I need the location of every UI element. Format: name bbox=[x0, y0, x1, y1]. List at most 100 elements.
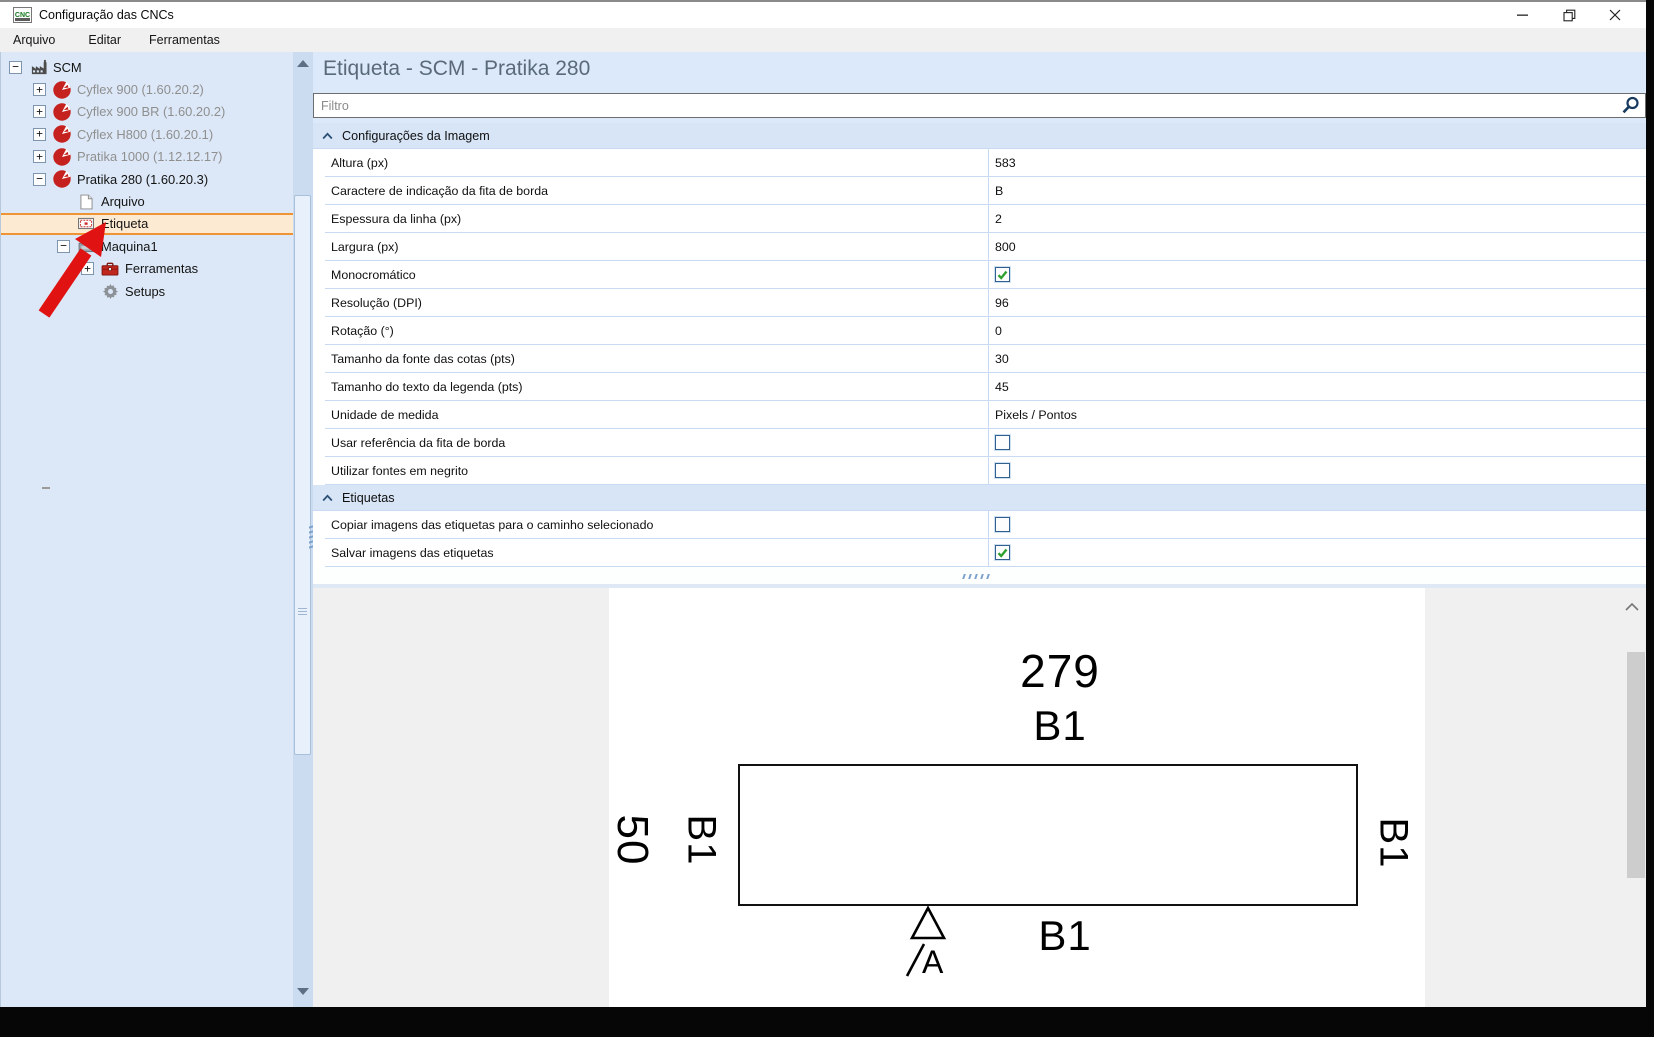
property-value[interactable]: 45 bbox=[988, 373, 1646, 400]
collapse-minus-icon[interactable]: − bbox=[9, 60, 22, 74]
property-row-rota-o[interactable]: Rotação (°) 0 bbox=[325, 317, 1646, 345]
tree-item-scm[interactable]: − SCM bbox=[1, 56, 293, 78]
page-title: Etiqueta - SCM - Pratika 280 bbox=[323, 57, 591, 80]
tree-item-cyflex-900-br-1-60-20-2[interactable]: + Cyflex 900 BR (1.60.20.2) bbox=[1, 101, 293, 123]
property-name: Utilizar fontes em negrito bbox=[331, 463, 469, 478]
property-name: Altura (px) bbox=[331, 155, 389, 170]
machine-tree: − SCM + Cyflex 900 (1.60.20.2) + Cyflex 900 B… bbox=[0, 52, 293, 1007]
tree-item-label: Cyflex 900 (1.60.20.2) bbox=[77, 82, 204, 98]
expand-plus-icon[interactable]: + bbox=[33, 150, 46, 164]
tree-item-cyflex-900-1-60-20-2[interactable]: + Cyflex 900 (1.60.20.2) bbox=[1, 78, 293, 100]
horizontal-splitter[interactable] bbox=[313, 567, 1646, 588]
scroll-up-icon[interactable] bbox=[297, 60, 309, 67]
property-value[interactable]: Pixels / Pontos bbox=[988, 401, 1646, 428]
property-name: Copiar imagens das etiquetas para o cami… bbox=[331, 517, 654, 532]
machine-logo-icon bbox=[52, 103, 72, 121]
tree-item-cyflex-h800-1-60-20-1[interactable]: + Cyflex H800 (1.60.20.1) bbox=[1, 123, 293, 145]
close-button[interactable] bbox=[1592, 2, 1638, 28]
app-window: CNC Configuração das CNCs Arquivo Editar… bbox=[0, 0, 1654, 1037]
close-icon bbox=[1609, 9, 1621, 21]
preview-scrollbar-thumb[interactable] bbox=[1627, 652, 1645, 878]
checkbox-unchecked-icon[interactable] bbox=[995, 463, 1010, 478]
expand-plus-icon[interactable]: + bbox=[33, 83, 46, 97]
menu-ferramentas[interactable]: Ferramentas bbox=[141, 30, 228, 50]
property-value[interactable]: 0 bbox=[988, 317, 1646, 344]
label-preview-image: 279 B1 50 B1 B1 A B1 bbox=[608, 588, 1425, 1007]
preview-scroll-up-icon[interactable] bbox=[1624, 602, 1640, 612]
title-bar: CNC Configuração das CNCs bbox=[0, 2, 1654, 28]
property-row-monocrom-tico[interactable]: Monocromático bbox=[325, 261, 1646, 289]
collapse-chevron-icon[interactable] bbox=[322, 491, 342, 505]
window-title: Configuração das CNCs bbox=[39, 8, 174, 22]
tree-item-label: Pratika 280 (1.60.20.3) bbox=[77, 171, 209, 187]
property-row-utilizar-fontes-em-negrito[interactable]: Utilizar fontes em negrito bbox=[325, 457, 1646, 485]
minimize-button[interactable] bbox=[1500, 2, 1546, 28]
machine-logo-icon bbox=[52, 170, 72, 188]
tree-scrollbar-thumb[interactable] bbox=[294, 195, 311, 755]
tree-item-pratika-1000-1-12-12-17[interactable]: + Pratika 1000 (1.12.12.17) bbox=[1, 146, 293, 168]
menu-arquivo[interactable]: Arquivo bbox=[5, 30, 63, 50]
property-row-usar-refer-ncia-da-fita-de-borda[interactable]: Usar referência da fita de borda bbox=[325, 429, 1646, 457]
property-name: Unidade de medida bbox=[331, 407, 439, 422]
property-value[interactable]: 583 bbox=[988, 149, 1646, 176]
property-value[interactable]: 96 bbox=[988, 289, 1646, 316]
property-value[interactable] bbox=[988, 261, 1646, 288]
property-value[interactable] bbox=[988, 457, 1646, 484]
property-value[interactable]: 800 bbox=[988, 233, 1646, 260]
property-row-altura-px[interactable]: Altura (px) 583 bbox=[325, 149, 1646, 177]
checkbox-unchecked-icon[interactable] bbox=[995, 517, 1010, 532]
filter-input[interactable] bbox=[319, 96, 1609, 115]
tree-item-label: Cyflex 900 BR (1.60.20.2) bbox=[77, 104, 226, 120]
property-grid: Configurações da Imagem Altura (px) 583 Car… bbox=[313, 123, 1646, 567]
tree-item-label: Setups bbox=[125, 283, 166, 299]
checkbox-checked-icon[interactable] bbox=[995, 545, 1010, 560]
collapse-chevron-icon[interactable] bbox=[322, 129, 342, 143]
scroll-down-icon[interactable] bbox=[297, 988, 309, 995]
app-icon: CNC bbox=[13, 7, 32, 23]
property-row-unidade-de-medida[interactable]: Unidade de medida Pixels / Pontos bbox=[325, 401, 1646, 429]
checkbox-checked-icon[interactable] bbox=[995, 267, 1010, 282]
property-name: Espessura da linha (px) bbox=[331, 211, 462, 226]
property-value[interactable]: 2 bbox=[988, 205, 1646, 232]
datum-symbol-icon: A bbox=[905, 905, 947, 980]
property-value[interactable]: 30 bbox=[988, 345, 1646, 372]
property-row-copiar-imagens-das-etiquetas-para-o-caminho-selecionado[interactable]: Copiar imagens das etiquetas para o cami… bbox=[325, 511, 1646, 539]
edge-label-bottom: B1 bbox=[1038, 912, 1092, 959]
property-row-caractere-de-indica-o-da-fita-de-borda[interactable]: Caractere de indicação da fita de borda B bbox=[325, 177, 1646, 205]
vertical-splitter-grip-icon[interactable] bbox=[309, 523, 313, 551]
property-name: Monocromático bbox=[331, 267, 416, 282]
desktop-background-bottom bbox=[0, 1007, 1654, 1037]
section-header-etiquetas[interactable]: Etiquetas bbox=[313, 485, 1646, 511]
tree-item-arquivo[interactable]: Arquivo bbox=[1, 190, 293, 212]
property-value[interactable] bbox=[988, 429, 1646, 456]
property-row-espessura-da-linha-px[interactable]: Espessura da linha (px) 2 bbox=[325, 205, 1646, 233]
property-row-resolu-o-dpi[interactable]: Resolução (DPI) 96 bbox=[325, 289, 1646, 317]
menu-editar[interactable]: Editar bbox=[80, 30, 129, 50]
checkbox-unchecked-icon[interactable] bbox=[995, 435, 1010, 450]
property-value[interactable] bbox=[988, 511, 1646, 538]
minimize-icon bbox=[1517, 14, 1528, 16]
property-value[interactable] bbox=[988, 539, 1646, 566]
main-header: Etiqueta - SCM - Pratika 280 bbox=[313, 52, 1646, 123]
property-name: Rotação (°) bbox=[331, 323, 394, 338]
expand-plus-icon[interactable]: + bbox=[33, 105, 46, 119]
property-row-salvar-imagens-das-etiquetas[interactable]: Salvar imagens das etiquetas bbox=[325, 539, 1646, 567]
property-value[interactable]: B bbox=[988, 177, 1646, 204]
collapse-minus-icon[interactable]: − bbox=[33, 172, 46, 186]
restore-button[interactable] bbox=[1546, 2, 1592, 28]
splitter-grip-icon bbox=[961, 574, 991, 579]
property-name: Tamanho do texto da legenda (pts) bbox=[331, 379, 523, 394]
property-row-tamanho-da-fonte-das-cotas-pts[interactable]: Tamanho da fonte das cotas (pts) 30 bbox=[325, 345, 1646, 373]
tree-item-label: SCM bbox=[53, 59, 82, 75]
property-name: Resolução (DPI) bbox=[331, 295, 422, 310]
artifact-mark bbox=[42, 487, 50, 489]
tree-item-label: Arquivo bbox=[101, 194, 145, 210]
expand-plus-icon[interactable]: + bbox=[33, 127, 46, 141]
edge-label-right: B1 bbox=[1371, 817, 1416, 869]
document-icon bbox=[76, 193, 96, 211]
section-header-configura-es-da-imagem[interactable]: Configurações da Imagem bbox=[313, 123, 1646, 149]
property-row-tamanho-do-texto-da-legenda-pts[interactable]: Tamanho do texto da legenda (pts) 45 bbox=[325, 373, 1646, 401]
property-row-largura-px[interactable]: Largura (px) 800 bbox=[325, 233, 1646, 261]
tree-item-pratika-280-1-60-20-3[interactable]: − Pratika 280 (1.60.20.3) bbox=[1, 168, 293, 190]
dimension-left: 50 bbox=[608, 814, 657, 866]
